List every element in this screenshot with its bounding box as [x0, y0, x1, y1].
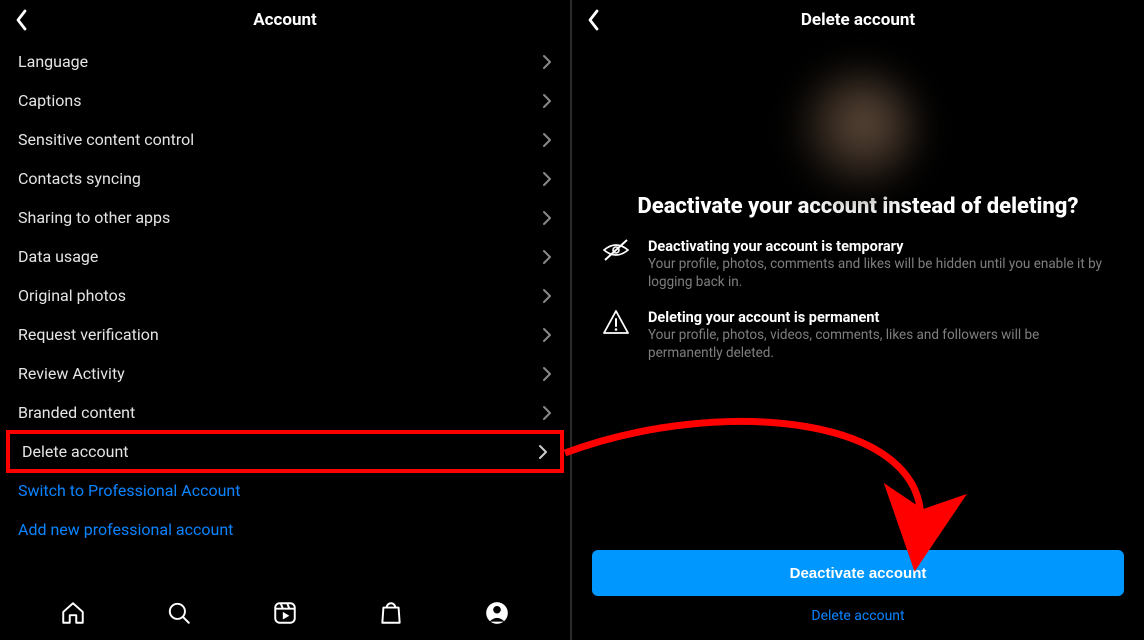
info-sub: Your profile, photos, comments and likes…: [648, 256, 1116, 291]
settings-row-sharing[interactable]: Sharing to other apps: [0, 198, 570, 237]
nav-home-icon[interactable]: [53, 600, 93, 626]
settings-label: Sharing to other apps: [18, 208, 542, 227]
settings-row-sensitive-content[interactable]: Sensitive content control: [0, 120, 570, 159]
chevron-right-icon: [542, 54, 552, 70]
link-switch-professional[interactable]: Switch to Professional Account: [0, 471, 570, 510]
settings-label: Original photos: [18, 286, 542, 305]
settings-label: Data usage: [18, 247, 542, 266]
chevron-right-icon: [542, 327, 552, 343]
chevron-right-icon: [542, 93, 552, 109]
settings-label: Request verification: [18, 325, 542, 344]
link-add-professional[interactable]: Add new professional account: [0, 510, 570, 549]
avatar: [798, 70, 918, 190]
settings-label: Sensitive content control: [18, 130, 542, 149]
nav-shop-icon[interactable]: [371, 600, 411, 626]
info-delete: Deleting your account is permanent Your …: [596, 309, 1120, 362]
back-icon[interactable]: [14, 8, 30, 37]
info-deactivate: Deactivating your account is temporary Y…: [596, 238, 1120, 291]
chevron-right-icon: [542, 366, 552, 382]
deactivate-headline: Deactivate your account instead of delet…: [638, 194, 1079, 220]
delete-header: Delete account: [572, 0, 1144, 40]
settings-row-captions[interactable]: Captions: [0, 81, 570, 120]
account-settings-panel: Account Language Captions Sensitive cont…: [0, 0, 572, 640]
settings-label: Captions: [18, 91, 542, 110]
settings-label: Delete account: [22, 442, 538, 461]
page-title: Delete account: [801, 10, 915, 30]
chevron-right-icon: [542, 249, 552, 265]
settings-label: Branded content: [18, 403, 542, 422]
settings-row-delete-account[interactable]: Delete account: [6, 430, 564, 473]
settings-list: Language Captions Sensitive content cont…: [0, 40, 570, 585]
settings-row-branded-content[interactable]: Branded content: [0, 393, 570, 432]
chevron-right-icon: [542, 210, 552, 226]
info-title: Deleting your account is permanent: [648, 309, 1116, 326]
chevron-right-icon: [542, 288, 552, 304]
eye-slash-icon: [600, 238, 632, 291]
page-title: Account: [253, 10, 317, 30]
settings-label: Language: [18, 52, 542, 71]
account-header: Account: [0, 0, 570, 40]
back-icon[interactable]: [586, 8, 602, 37]
delete-account-panel: Delete account Deactivate your account i…: [572, 0, 1144, 640]
chevron-right-icon: [542, 132, 552, 148]
settings-label: Contacts syncing: [18, 169, 542, 188]
bottom-actions: Deactivate account Delete account: [572, 550, 1144, 640]
bottom-nav: [0, 585, 570, 640]
delete-account-link[interactable]: Delete account: [592, 608, 1124, 630]
warning-triangle-icon: [600, 309, 632, 362]
settings-row-review-activity[interactable]: Review Activity: [0, 354, 570, 393]
info-title: Deactivating your account is temporary: [648, 238, 1116, 255]
settings-row-data-usage[interactable]: Data usage: [0, 237, 570, 276]
info-sub: Your profile, photos, videos, comments, …: [648, 327, 1116, 362]
deactivate-button[interactable]: Deactivate account: [592, 550, 1124, 596]
settings-row-request-verification[interactable]: Request verification: [0, 315, 570, 354]
settings-label: Review Activity: [18, 364, 542, 383]
chevron-right-icon: [542, 171, 552, 187]
settings-row-original-photos[interactable]: Original photos: [0, 276, 570, 315]
settings-row-contacts-syncing[interactable]: Contacts syncing: [0, 159, 570, 198]
nav-reels-icon[interactable]: [265, 600, 305, 626]
nav-profile-icon[interactable]: [477, 600, 517, 626]
chevron-right-icon: [542, 405, 552, 421]
delete-content: Deactivate your account instead of delet…: [572, 40, 1144, 550]
nav-search-icon[interactable]: [159, 600, 199, 626]
settings-row-language[interactable]: Language: [0, 42, 570, 81]
chevron-right-icon: [538, 444, 548, 460]
